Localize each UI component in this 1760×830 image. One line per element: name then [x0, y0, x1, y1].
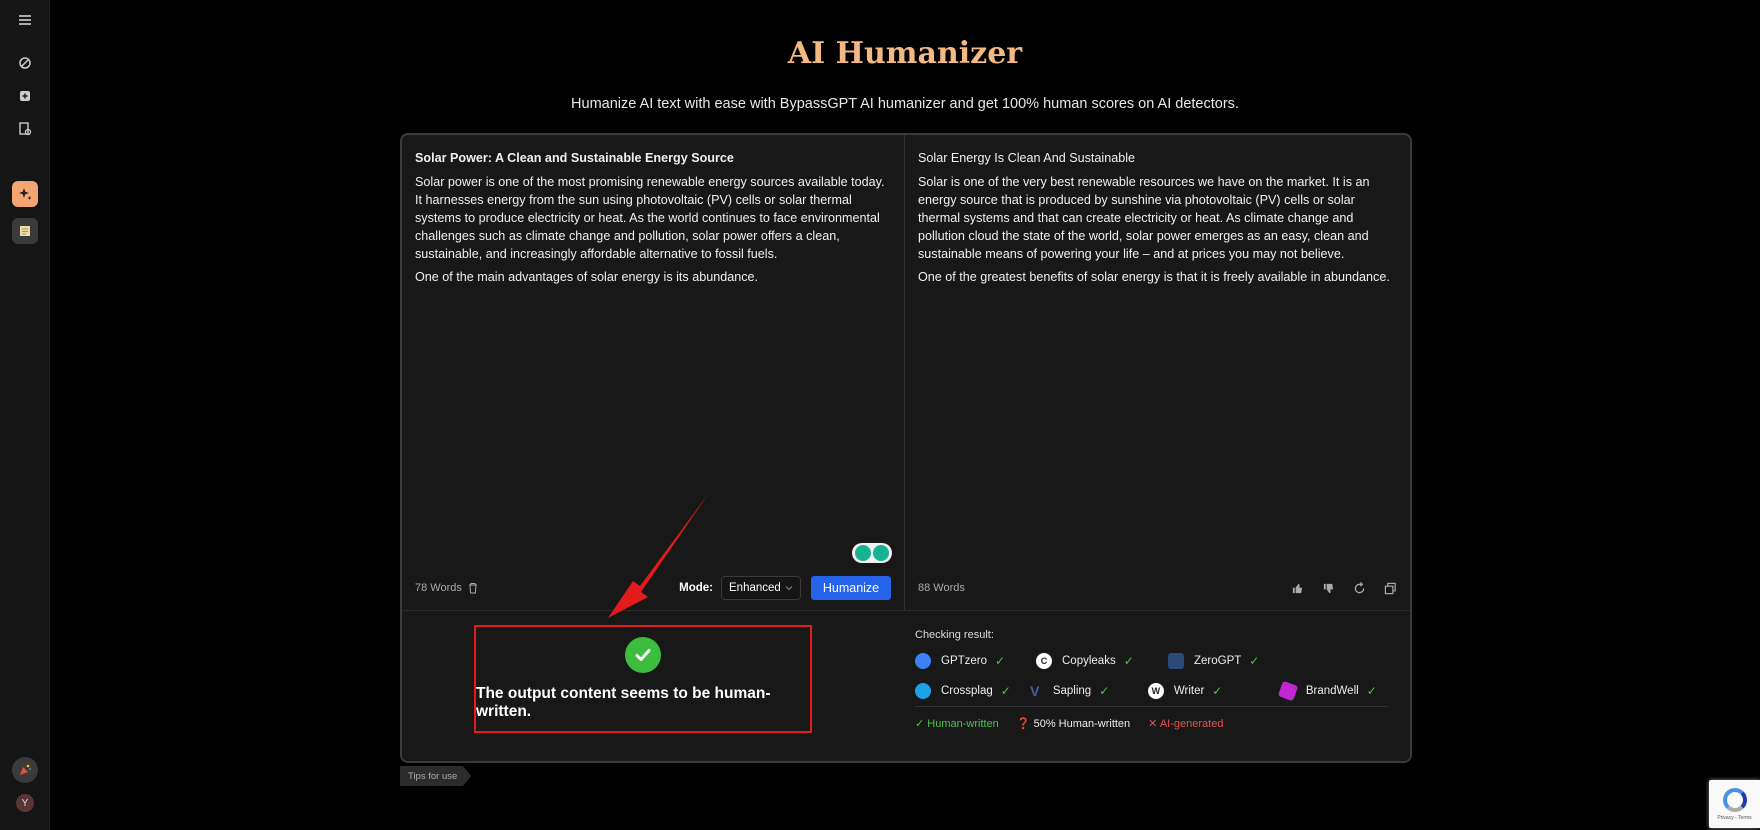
humanizer-card: Solar Power: A Clean and Sustainable Ene…: [400, 133, 1412, 763]
brandwell-icon: [1277, 680, 1299, 702]
input-paragraph: Solar power is one of the most promising…: [415, 175, 885, 261]
detector-name: GPTzero: [941, 655, 988, 667]
detector-sapling: V Sapling ✓: [1027, 683, 1132, 699]
mode-select[interactable]: Enhanced: [721, 576, 801, 600]
recaptcha-badge[interactable]: Privacy - Terms: [1709, 780, 1760, 828]
menu-icon[interactable]: [12, 7, 38, 33]
output-heading: Solar Energy Is Clean And Sustainable: [918, 151, 1136, 165]
thumbs-up-icon[interactable]: [1291, 582, 1304, 595]
page-title: AI Humanizer: [787, 36, 1023, 71]
output-pane: Solar Energy Is Clean And Sustainable So…: [905, 135, 1410, 610]
detector-copyleaks: C Copyleaks ✓: [1036, 653, 1152, 669]
check-icon: ✓: [1099, 684, 1110, 698]
legend-human: ✓ Human-written: [915, 718, 999, 730]
avatar[interactable]: Y: [16, 794, 34, 812]
crossplag-icon: [915, 683, 931, 699]
detector-name: Copyleaks: [1062, 655, 1116, 667]
detector-zerogpt: ZeroGPT ✓: [1168, 653, 1282, 669]
detector-name: Writer: [1173, 685, 1205, 697]
party-popper-icon[interactable]: [12, 757, 38, 783]
detector-name: BrandWell: [1305, 685, 1359, 697]
input-word-count: 78 Words: [415, 582, 462, 594]
sapling-icon: V: [1030, 683, 1040, 699]
check-icon: ✓: [995, 654, 1006, 668]
zerogpt-icon: [1168, 653, 1184, 669]
detector-list: GPTzero ✓ C Copyleaks ✓ ZeroGPT ✓ Crossplag…: [915, 653, 1400, 702]
output-footer: 88 Words: [918, 575, 1397, 601]
humanizer-sparkle-icon[interactable]: [12, 181, 38, 207]
detector-name: ZeroGPT: [1194, 655, 1242, 667]
legend-half: ❓ 50% Human-written: [1016, 718, 1131, 730]
chevron-down-icon: [785, 586, 793, 591]
regenerate-icon[interactable]: [1353, 581, 1366, 595]
notepad-icon[interactable]: [12, 218, 38, 244]
input-pane[interactable]: Solar Power: A Clean and Sustainable Ene…: [402, 135, 905, 610]
writer-icon: W: [1147, 683, 1164, 699]
detector-writer: W Writer ✓: [1147, 683, 1264, 699]
page-subtitle: Humanize AI text with ease with BypassGP…: [571, 96, 1239, 112]
copy-icon[interactable]: [1384, 582, 1397, 595]
recaptcha-icon: [1722, 787, 1747, 812]
detector-brandwell: BrandWell ✓: [1277, 680, 1377, 702]
detector-name: Crossplag: [941, 685, 993, 697]
lightbulb-icon[interactable]: [855, 545, 871, 561]
check-icon: ✓: [1123, 654, 1134, 668]
check-icon: ✓: [1249, 654, 1260, 668]
input-paragraph: One of the main advantages of solar ener…: [415, 270, 759, 284]
sidebar: Y: [0, 0, 50, 830]
output-word-count: 88 Words: [918, 582, 965, 594]
legend-ai-label: AI-generated: [1159, 718, 1224, 730]
recaptcha-text[interactable]: Privacy - Terms: [1717, 815, 1751, 821]
result-legend: ✓ Human-written ❓ 50% Human-written ✕ AI…: [915, 706, 1388, 730]
thumbs-down-icon[interactable]: [1322, 582, 1335, 595]
input-heading: Solar Power: A Clean and Sustainable Ene…: [415, 151, 734, 165]
check-icon: ✓: [1000, 684, 1011, 698]
check-circle-icon: [625, 637, 661, 673]
results-section: The output content seems to be human-wri…: [402, 610, 1410, 761]
legend-human-label: Human-written: [927, 718, 999, 730]
tips-for-use-button[interactable]: Tips for use: [400, 766, 472, 786]
detector-icon[interactable]: [12, 50, 38, 76]
legend-ai: ✕ AI-generated: [1148, 718, 1224, 730]
output-paragraph: One of the greatest benefits of solar en…: [918, 270, 1390, 284]
checking-title: Checking result:: [915, 629, 994, 641]
add-icon[interactable]: [12, 83, 38, 109]
result-summary: The output content seems to be human-wri…: [402, 611, 905, 761]
mode-value: Enhanced: [729, 582, 781, 594]
humanize-button[interactable]: Humanize: [811, 576, 891, 600]
document-search-icon[interactable]: [12, 116, 38, 142]
human-written-result-box: The output content seems to be human-wri…: [474, 625, 812, 733]
check-icon: ✓: [1212, 684, 1223, 698]
detector-gptzero: GPTzero ✓: [915, 653, 1020, 669]
grammarly-icon[interactable]: [873, 545, 889, 561]
legend-half-label: 50% Human-written: [1033, 718, 1131, 730]
check-icon: ✓: [1366, 684, 1377, 698]
output-paragraph: Solar is one of the very best renewable …: [918, 175, 1370, 261]
gptzero-icon: [915, 653, 931, 669]
trash-icon[interactable]: [468, 582, 478, 594]
checking-result-panel: Checking result: GPTzero ✓ C Copyleaks ✓ Z…: [905, 611, 1410, 761]
result-message: The output content seems to be human-wri…: [476, 685, 771, 720]
grammar-extension-icons[interactable]: [852, 543, 892, 563]
copyleaks-icon: C: [1036, 653, 1052, 669]
mode-label: Mode:: [679, 582, 713, 594]
input-footer: 78 Words Mode: Enhanced Humanize: [415, 575, 891, 601]
detector-crossplag: Crossplag ✓: [915, 683, 1011, 699]
detector-name: Sapling: [1052, 685, 1092, 697]
